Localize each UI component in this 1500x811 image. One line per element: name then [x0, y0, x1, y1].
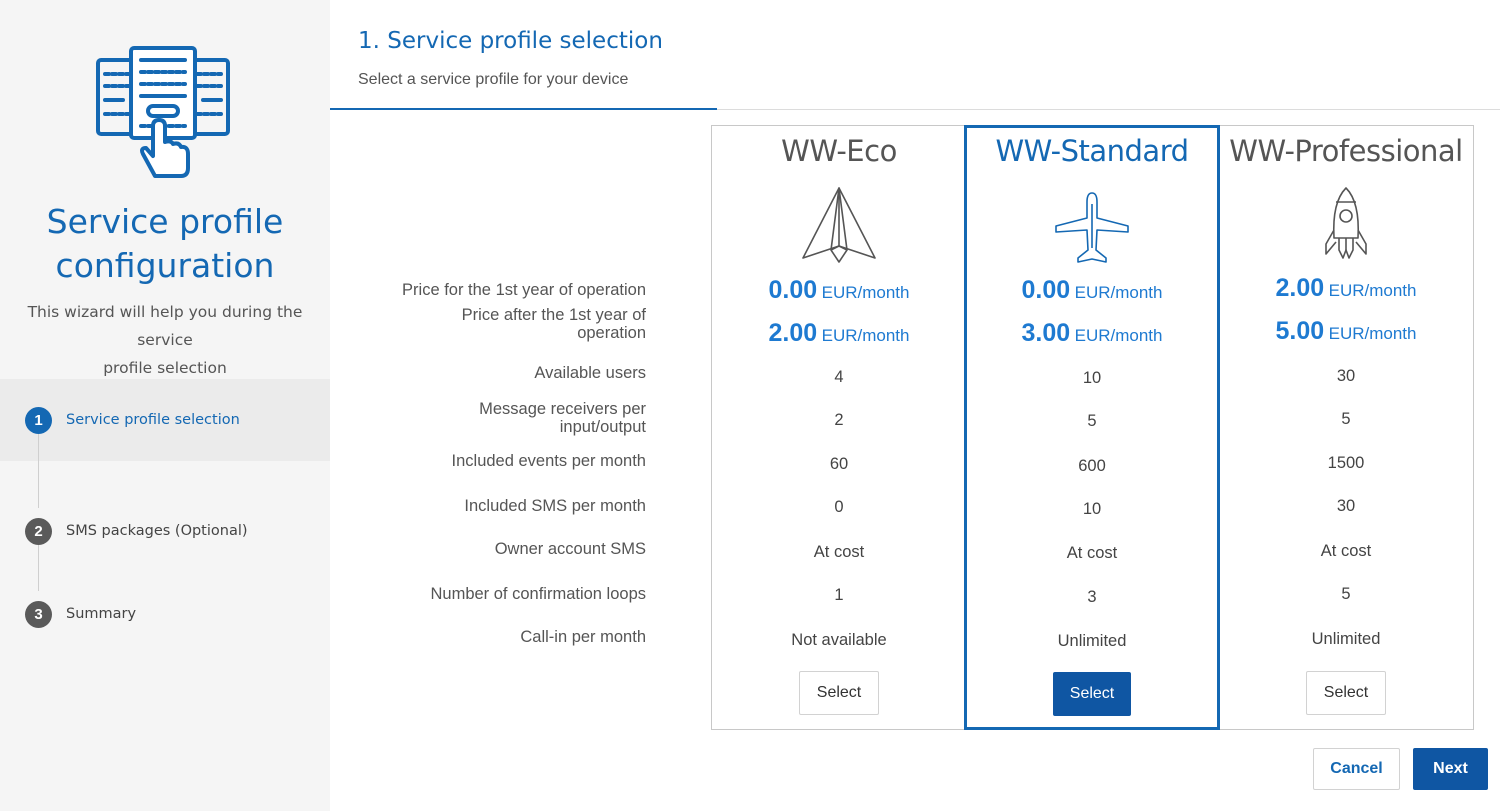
owner-sms-value: At cost — [1320, 542, 1372, 560]
price-after-first-year: 3.00 EUR/month — [967, 319, 1217, 348]
wizard-title-line-1: Service profile — [46, 202, 284, 241]
next-button[interactable]: Next — [1413, 748, 1488, 790]
price-amount: 2.00 — [1275, 274, 1325, 302]
included-events-value: 60 — [829, 455, 849, 473]
feature-label-message-receivers: Message receivers per input/output — [479, 400, 646, 436]
feature-label-price-first-year: Price for the 1st year of operation — [402, 281, 646, 299]
price-amount: 3.00 — [1021, 319, 1071, 347]
feature-label-included-events: Included events per month — [451, 452, 646, 470]
owner-sms-value: At cost — [1066, 544, 1118, 562]
feature-label-owner-sms: Owner account SMS — [494, 540, 646, 558]
call-in-value: Not available — [791, 631, 887, 649]
paper-plane-icon — [802, 187, 876, 263]
price-first-year: 0.00 EUR/month — [967, 276, 1217, 305]
wizard-description-line-1: This wizard will help you during the ser… — [27, 303, 303, 349]
included-sms-value: 0 — [834, 498, 844, 516]
price-unit: EUR/month — [1328, 281, 1417, 300]
airplane-icon — [1055, 192, 1129, 263]
available-users-value: 10 — [1082, 369, 1102, 387]
select-ww-professional-button[interactable]: Select — [1306, 671, 1386, 715]
call-in-value: Unlimited — [1057, 632, 1127, 650]
feature-label-included-sms: Included SMS per month — [464, 497, 646, 515]
service-profile-logo-icon — [96, 46, 230, 178]
available-users-value: 30 — [1336, 367, 1356, 385]
feature-label-confirmation-loops: Number of confirmation loops — [430, 585, 646, 603]
price-first-year: 2.00 EUR/month — [1219, 274, 1473, 303]
feature-label-call-in: Call-in per month — [520, 628, 646, 646]
confirmation-loops-value: 5 — [1341, 585, 1351, 603]
confirmation-loops-value: 3 — [1087, 588, 1097, 606]
price-amount: 5.00 — [1275, 317, 1325, 345]
wizard-title: Service profile configuration — [0, 200, 330, 288]
feature-label-line: input/output — [559, 418, 646, 436]
feature-label-line: Message receivers per — [479, 400, 646, 418]
wizard-title-line-2: configuration — [55, 246, 275, 285]
step-label: SMS packages (Optional) — [66, 523, 248, 539]
confirmation-loops-value: 1 — [834, 586, 844, 604]
step-number-badge: 3 — [25, 600, 52, 628]
header-active-indicator — [330, 108, 717, 110]
price-amount: 0.00 — [1021, 276, 1071, 304]
wizard-description: This wizard will help you during the ser… — [0, 298, 330, 382]
feature-label-line: operation — [577, 324, 646, 342]
feature-label-line: Price after the 1st year of — [461, 306, 646, 324]
message-receivers-value: 2 — [834, 411, 844, 429]
wizard-sidebar: Service profile configuration This wizar… — [0, 0, 330, 811]
step-label: Summary — [66, 606, 137, 622]
included-sms-value: 10 — [1082, 500, 1102, 518]
plan-name: WW-Standard — [995, 134, 1189, 168]
price-unit: EUR/month — [821, 283, 910, 302]
wizard-description-line-2: profile selection — [103, 359, 227, 377]
page-subtitle: Select a service profile for your device — [358, 71, 629, 88]
price-after-first-year: 2.00 EUR/month — [712, 319, 966, 348]
available-users-value: 4 — [834, 368, 844, 386]
step-number-badge: 2 — [25, 517, 52, 545]
rocket-icon — [1325, 187, 1367, 259]
step-service-profile-selection[interactable]: 1 Service profile selection — [0, 379, 330, 461]
plan-card-ww-professional: WW-Professional 2.00 EUR/month 5.00 EUR/… — [1218, 125, 1474, 730]
select-ww-standard-button[interactable]: Select — [1053, 672, 1131, 716]
call-in-value: Unlimited — [1311, 630, 1381, 648]
price-unit: EUR/month — [1328, 324, 1417, 343]
step-summary[interactable]: 3 Summary — [0, 573, 330, 655]
step-sms-packages[interactable]: 2 SMS packages (Optional) — [0, 490, 330, 572]
page-title: 1. Service profile selection — [358, 28, 663, 54]
price-amount: 2.00 — [768, 319, 818, 347]
price-unit: EUR/month — [1074, 326, 1163, 345]
price-unit: EUR/month — [821, 326, 910, 345]
owner-sms-value: At cost — [813, 543, 865, 561]
message-receivers-value: 5 — [1341, 410, 1351, 428]
price-after-first-year: 5.00 EUR/month — [1219, 317, 1473, 346]
price-first-year: 0.00 EUR/month — [712, 276, 966, 305]
feature-label-available-users: Available users — [534, 364, 646, 382]
price-unit: EUR/month — [1074, 283, 1163, 302]
step-number-badge: 1 — [25, 406, 52, 434]
message-receivers-value: 5 — [1087, 412, 1097, 430]
price-amount: 0.00 — [768, 276, 818, 304]
plan-name: WW-Professional — [1229, 134, 1463, 168]
plan-card-ww-eco: WW-Eco 0.00 EUR/month 2.00 EUR/month 4 2… — [711, 125, 967, 730]
plan-card-ww-standard: WW-Standard 0.00 EUR/month 3.00 EUR/mont… — [964, 125, 1220, 730]
cancel-button[interactable]: Cancel — [1313, 748, 1400, 790]
feature-label-price-after: Price after the 1st year of operation — [462, 306, 646, 342]
included-events-value: 600 — [1078, 457, 1106, 475]
included-sms-value: 30 — [1336, 497, 1356, 515]
included-events-value: 1500 — [1327, 454, 1365, 472]
plan-name: WW-Eco — [781, 134, 897, 168]
step-label: Service profile selection — [66, 412, 240, 428]
select-ww-eco-button[interactable]: Select — [799, 671, 879, 715]
